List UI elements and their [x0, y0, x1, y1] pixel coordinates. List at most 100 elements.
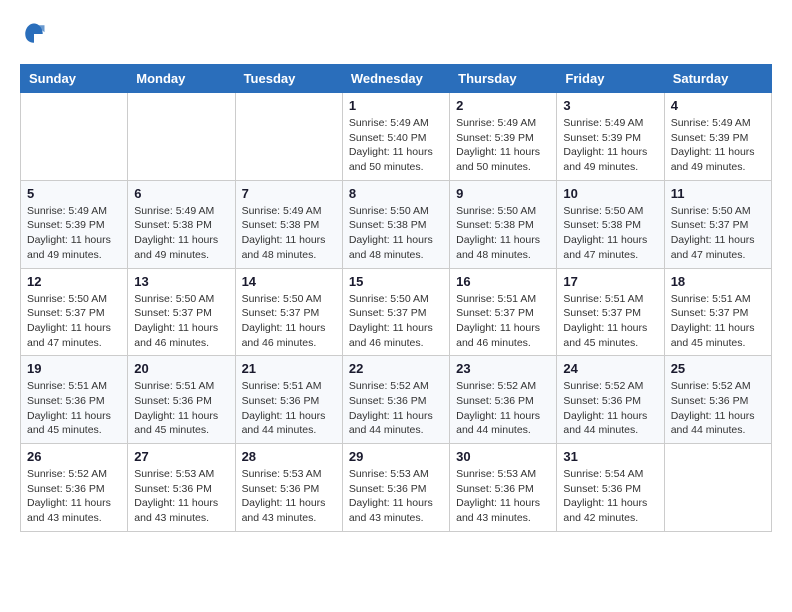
day-header-friday: Friday: [557, 65, 664, 93]
week-row-1: 1 Sunrise: 5:49 AMSunset: 5:40 PMDayligh…: [21, 93, 772, 181]
calendar-cell: 17 Sunrise: 5:51 AMSunset: 5:37 PMDaylig…: [557, 268, 664, 356]
day-number: 5: [27, 186, 121, 201]
day-info: Sunrise: 5:49 AMSunset: 5:39 PMDaylight:…: [671, 116, 765, 175]
calendar-cell: [235, 93, 342, 181]
day-info: Sunrise: 5:49 AMSunset: 5:40 PMDaylight:…: [349, 116, 443, 175]
day-info: Sunrise: 5:50 AMSunset: 5:37 PMDaylight:…: [349, 292, 443, 351]
calendar-cell: 18 Sunrise: 5:51 AMSunset: 5:37 PMDaylig…: [664, 268, 771, 356]
calendar-cell: 11 Sunrise: 5:50 AMSunset: 5:37 PMDaylig…: [664, 180, 771, 268]
day-number: 31: [563, 449, 657, 464]
week-row-5: 26 Sunrise: 5:52 AMSunset: 5:36 PMDaylig…: [21, 444, 772, 532]
day-number: 15: [349, 274, 443, 289]
calendar-cell: 14 Sunrise: 5:50 AMSunset: 5:37 PMDaylig…: [235, 268, 342, 356]
day-info: Sunrise: 5:50 AMSunset: 5:37 PMDaylight:…: [134, 292, 228, 351]
day-info: Sunrise: 5:49 AMSunset: 5:39 PMDaylight:…: [456, 116, 550, 175]
day-number: 26: [27, 449, 121, 464]
day-info: Sunrise: 5:52 AMSunset: 5:36 PMDaylight:…: [671, 379, 765, 438]
day-info: Sunrise: 5:49 AMSunset: 5:39 PMDaylight:…: [563, 116, 657, 175]
calendar-cell: 7 Sunrise: 5:49 AMSunset: 5:38 PMDayligh…: [235, 180, 342, 268]
calendar-cell: 9 Sunrise: 5:50 AMSunset: 5:38 PMDayligh…: [450, 180, 557, 268]
day-number: 21: [242, 361, 336, 376]
day-number: 23: [456, 361, 550, 376]
calendar-cell: 4 Sunrise: 5:49 AMSunset: 5:39 PMDayligh…: [664, 93, 771, 181]
day-number: 10: [563, 186, 657, 201]
day-number: 22: [349, 361, 443, 376]
day-header-monday: Monday: [128, 65, 235, 93]
day-number: 11: [671, 186, 765, 201]
days-header-row: SundayMondayTuesdayWednesdayThursdayFrid…: [21, 65, 772, 93]
day-info: Sunrise: 5:51 AMSunset: 5:36 PMDaylight:…: [134, 379, 228, 438]
calendar-cell: 21 Sunrise: 5:51 AMSunset: 5:36 PMDaylig…: [235, 356, 342, 444]
day-info: Sunrise: 5:51 AMSunset: 5:36 PMDaylight:…: [27, 379, 121, 438]
calendar-cell: [21, 93, 128, 181]
calendar-cell: 2 Sunrise: 5:49 AMSunset: 5:39 PMDayligh…: [450, 93, 557, 181]
calendar-cell: 25 Sunrise: 5:52 AMSunset: 5:36 PMDaylig…: [664, 356, 771, 444]
calendar-cell: 27 Sunrise: 5:53 AMSunset: 5:36 PMDaylig…: [128, 444, 235, 532]
calendar-cell: 13 Sunrise: 5:50 AMSunset: 5:37 PMDaylig…: [128, 268, 235, 356]
day-number: 29: [349, 449, 443, 464]
calendar-cell: 19 Sunrise: 5:51 AMSunset: 5:36 PMDaylig…: [21, 356, 128, 444]
day-number: 2: [456, 98, 550, 113]
day-info: Sunrise: 5:52 AMSunset: 5:36 PMDaylight:…: [349, 379, 443, 438]
day-number: 30: [456, 449, 550, 464]
calendar-cell: 8 Sunrise: 5:50 AMSunset: 5:38 PMDayligh…: [342, 180, 449, 268]
calendar-cell: 22 Sunrise: 5:52 AMSunset: 5:36 PMDaylig…: [342, 356, 449, 444]
day-info: Sunrise: 5:50 AMSunset: 5:37 PMDaylight:…: [27, 292, 121, 351]
day-number: 14: [242, 274, 336, 289]
day-number: 25: [671, 361, 765, 376]
page-header: [20, 20, 772, 48]
day-number: 16: [456, 274, 550, 289]
day-info: Sunrise: 5:52 AMSunset: 5:36 PMDaylight:…: [456, 379, 550, 438]
calendar-cell: 24 Sunrise: 5:52 AMSunset: 5:36 PMDaylig…: [557, 356, 664, 444]
day-info: Sunrise: 5:52 AMSunset: 5:36 PMDaylight:…: [27, 467, 121, 526]
day-info: Sunrise: 5:49 AMSunset: 5:39 PMDaylight:…: [27, 204, 121, 263]
day-number: 1: [349, 98, 443, 113]
day-header-sunday: Sunday: [21, 65, 128, 93]
day-number: 4: [671, 98, 765, 113]
day-number: 20: [134, 361, 228, 376]
calendar-cell: 29 Sunrise: 5:53 AMSunset: 5:36 PMDaylig…: [342, 444, 449, 532]
day-info: Sunrise: 5:54 AMSunset: 5:36 PMDaylight:…: [563, 467, 657, 526]
day-info: Sunrise: 5:49 AMSunset: 5:38 PMDaylight:…: [242, 204, 336, 263]
calendar-cell: 16 Sunrise: 5:51 AMSunset: 5:37 PMDaylig…: [450, 268, 557, 356]
calendar-cell: 20 Sunrise: 5:51 AMSunset: 5:36 PMDaylig…: [128, 356, 235, 444]
calendar-cell: 12 Sunrise: 5:50 AMSunset: 5:37 PMDaylig…: [21, 268, 128, 356]
day-header-wednesday: Wednesday: [342, 65, 449, 93]
day-info: Sunrise: 5:52 AMSunset: 5:36 PMDaylight:…: [563, 379, 657, 438]
day-info: Sunrise: 5:50 AMSunset: 5:38 PMDaylight:…: [349, 204, 443, 263]
calendar-cell: 5 Sunrise: 5:49 AMSunset: 5:39 PMDayligh…: [21, 180, 128, 268]
day-info: Sunrise: 5:53 AMSunset: 5:36 PMDaylight:…: [242, 467, 336, 526]
calendar-cell: [128, 93, 235, 181]
calendar-cell: [664, 444, 771, 532]
day-number: 6: [134, 186, 228, 201]
day-number: 17: [563, 274, 657, 289]
day-number: 9: [456, 186, 550, 201]
day-info: Sunrise: 5:51 AMSunset: 5:37 PMDaylight:…: [563, 292, 657, 351]
calendar-cell: 28 Sunrise: 5:53 AMSunset: 5:36 PMDaylig…: [235, 444, 342, 532]
day-header-tuesday: Tuesday: [235, 65, 342, 93]
day-info: Sunrise: 5:50 AMSunset: 5:38 PMDaylight:…: [456, 204, 550, 263]
day-info: Sunrise: 5:51 AMSunset: 5:37 PMDaylight:…: [671, 292, 765, 351]
calendar-cell: 30 Sunrise: 5:53 AMSunset: 5:36 PMDaylig…: [450, 444, 557, 532]
calendar-cell: 10 Sunrise: 5:50 AMSunset: 5:38 PMDaylig…: [557, 180, 664, 268]
week-row-2: 5 Sunrise: 5:49 AMSunset: 5:39 PMDayligh…: [21, 180, 772, 268]
day-number: 24: [563, 361, 657, 376]
day-number: 19: [27, 361, 121, 376]
day-info: Sunrise: 5:50 AMSunset: 5:37 PMDaylight:…: [242, 292, 336, 351]
calendar-cell: 23 Sunrise: 5:52 AMSunset: 5:36 PMDaylig…: [450, 356, 557, 444]
day-info: Sunrise: 5:51 AMSunset: 5:36 PMDaylight:…: [242, 379, 336, 438]
calendar-cell: 6 Sunrise: 5:49 AMSunset: 5:38 PMDayligh…: [128, 180, 235, 268]
calendar-cell: 26 Sunrise: 5:52 AMSunset: 5:36 PMDaylig…: [21, 444, 128, 532]
calendar-cell: 15 Sunrise: 5:50 AMSunset: 5:37 PMDaylig…: [342, 268, 449, 356]
calendar-table: SundayMondayTuesdayWednesdayThursdayFrid…: [20, 64, 772, 532]
week-row-3: 12 Sunrise: 5:50 AMSunset: 5:37 PMDaylig…: [21, 268, 772, 356]
week-row-4: 19 Sunrise: 5:51 AMSunset: 5:36 PMDaylig…: [21, 356, 772, 444]
day-number: 28: [242, 449, 336, 464]
day-number: 3: [563, 98, 657, 113]
day-info: Sunrise: 5:53 AMSunset: 5:36 PMDaylight:…: [456, 467, 550, 526]
day-number: 27: [134, 449, 228, 464]
day-info: Sunrise: 5:49 AMSunset: 5:38 PMDaylight:…: [134, 204, 228, 263]
day-info: Sunrise: 5:50 AMSunset: 5:38 PMDaylight:…: [563, 204, 657, 263]
day-info: Sunrise: 5:51 AMSunset: 5:37 PMDaylight:…: [456, 292, 550, 351]
day-info: Sunrise: 5:53 AMSunset: 5:36 PMDaylight:…: [349, 467, 443, 526]
